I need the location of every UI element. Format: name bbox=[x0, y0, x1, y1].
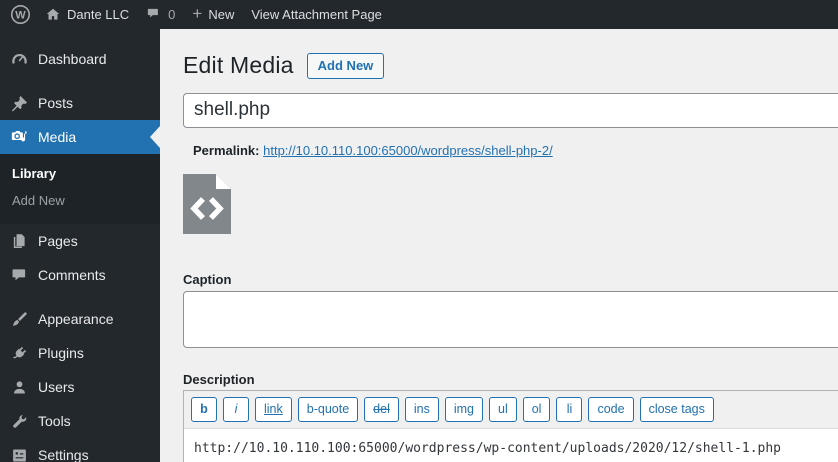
sidebar-label: Dashboard bbox=[38, 51, 107, 67]
menu-separator bbox=[0, 76, 160, 86]
code-file-icon bbox=[183, 173, 231, 234]
pushpin-icon bbox=[10, 95, 28, 112]
dashboard-gauge-icon bbox=[10, 51, 28, 68]
paintbrush-icon bbox=[10, 311, 28, 328]
qt-ol-button[interactable]: ol bbox=[522, 396, 551, 423]
description-textarea[interactable]: http://10.10.110.100:65000/wordpress/wp-… bbox=[184, 429, 838, 462]
media-icon bbox=[10, 129, 28, 146]
qt-code-button[interactable]: code bbox=[588, 396, 634, 423]
view-attachment-page-link[interactable]: View Attachment Page bbox=[251, 7, 382, 22]
sidebar-label: Media bbox=[38, 129, 77, 145]
caption-textarea[interactable] bbox=[183, 290, 838, 348]
sidebar-item-appearance[interactable]: Appearance bbox=[0, 302, 160, 336]
active-item-arrow bbox=[150, 126, 160, 148]
submenu-item-library[interactable]: Library bbox=[0, 160, 160, 187]
view-attachment-label: View Attachment Page bbox=[251, 7, 382, 22]
qt-blockquote-button[interactable]: b-quote bbox=[297, 396, 359, 423]
media-title-input[interactable] bbox=[183, 92, 838, 128]
qt-li-button[interactable]: li bbox=[556, 396, 583, 423]
site-name-label: Dante LLC bbox=[67, 7, 130, 22]
sidebar-item-media[interactable]: Media bbox=[0, 120, 160, 154]
sidebar-label: Appearance bbox=[38, 311, 114, 327]
sidebar-item-posts[interactable]: Posts bbox=[0, 86, 160, 120]
edit-media-page: Edit Media Add New Permalink: http://10.… bbox=[160, 29, 838, 462]
description-editor: b i link b-quote del ins img ul ol li co… bbox=[183, 389, 838, 462]
svg-text:W: W bbox=[15, 9, 26, 21]
sidebar-label: Plugins bbox=[38, 345, 84, 361]
new-label: New bbox=[208, 7, 235, 22]
new-menu[interactable]: + New bbox=[192, 4, 235, 23]
caption-label: Caption bbox=[183, 271, 232, 287]
permalink-row: Permalink: http://10.10.110.100:65000/wo… bbox=[183, 142, 838, 159]
sidebar-item-comments[interactable]: Comments bbox=[0, 258, 160, 292]
qt-italic-button[interactable]: i bbox=[223, 396, 249, 423]
wordpress-logo-menu[interactable]: W bbox=[10, 4, 31, 25]
admin-sidebar: Dashboard Posts Media Library Add New Pa… bbox=[0, 29, 160, 462]
qt-ul-button[interactable]: ul bbox=[489, 396, 517, 423]
sidebar-label: Tools bbox=[38, 413, 71, 429]
sidebar-label: Users bbox=[38, 379, 75, 395]
attachment-preview bbox=[183, 173, 231, 234]
comment-count-badge: 0 bbox=[168, 7, 176, 22]
qt-ins-button[interactable]: ins bbox=[404, 396, 439, 423]
comments-menu[interactable]: 0 bbox=[146, 7, 175, 22]
home-icon bbox=[46, 8, 60, 20]
qt-img-button[interactable]: img bbox=[444, 396, 483, 423]
wordpress-logo-icon: W bbox=[10, 4, 31, 25]
add-new-button[interactable]: Add New bbox=[306, 52, 385, 79]
sidebar-item-users[interactable]: Users bbox=[0, 370, 160, 404]
page-title: Edit Media bbox=[183, 52, 294, 78]
pages-icon bbox=[10, 233, 28, 250]
sidebar-item-tools[interactable]: Tools bbox=[0, 404, 160, 438]
qt-bold-button[interactable]: b bbox=[191, 396, 217, 423]
qt-link-button[interactable]: link bbox=[255, 396, 292, 423]
submenu-item-add-new[interactable]: Add New bbox=[0, 187, 160, 214]
sidebar-label: Comments bbox=[38, 267, 106, 283]
quicktags-toolbar: b i link b-quote del ins img ul ol li co… bbox=[184, 390, 838, 430]
sidebar-label: Settings bbox=[38, 447, 89, 462]
sidebar-label: Pages bbox=[38, 233, 78, 249]
menu-separator bbox=[0, 292, 160, 302]
permalink-link[interactable]: http://10.10.110.100:65000/wordpress/she… bbox=[263, 143, 553, 158]
qt-close-tags-button[interactable]: close tags bbox=[639, 396, 714, 423]
qt-del-button[interactable]: del bbox=[364, 396, 399, 423]
comment-bubble-icon bbox=[148, 8, 159, 18]
sidebar-item-dashboard[interactable]: Dashboard bbox=[0, 42, 160, 76]
plus-icon: + bbox=[192, 4, 203, 23]
settings-panel-icon bbox=[10, 447, 28, 462]
site-name-menu[interactable]: Dante LLC bbox=[45, 7, 129, 23]
plug-icon bbox=[10, 345, 28, 362]
wrench-icon bbox=[10, 413, 28, 430]
admin-bar: W Dante LLC 0 + New View Attachment Page bbox=[0, 0, 838, 29]
sidebar-item-pages[interactable]: Pages bbox=[0, 224, 160, 258]
comments-icon bbox=[10, 267, 28, 284]
sidebar-label: Posts bbox=[38, 95, 74, 111]
sidebar-item-plugins[interactable]: Plugins bbox=[0, 336, 160, 370]
user-icon bbox=[10, 379, 28, 396]
media-submenu: Library Add New bbox=[0, 154, 160, 224]
sidebar-item-settings[interactable]: Settings bbox=[0, 438, 160, 462]
permalink-label: Permalink: bbox=[193, 142, 260, 158]
description-label: Description bbox=[183, 371, 255, 387]
